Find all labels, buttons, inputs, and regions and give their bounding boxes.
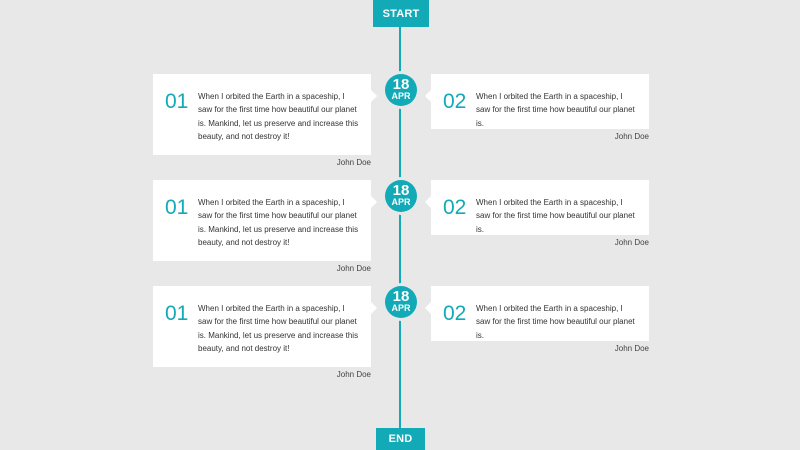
card-quote: When I orbited the Earth in a spaceship,… (476, 92, 635, 128)
card-number: 01 (165, 196, 189, 219)
card-author: John Doe (336, 158, 371, 167)
timeline-card-right: 02 When I orbited the Earth in a spacesh… (425, 180, 649, 235)
date-badge: 18 APR (385, 286, 417, 318)
card-quote: When I orbited the Earth in a spaceship,… (198, 304, 359, 354)
card-author: John Doe (614, 132, 649, 141)
date-month: APR (391, 197, 411, 207)
date-month: APR (391, 303, 411, 313)
card-quote: When I orbited the Earth in a spaceship,… (476, 304, 635, 340)
date-day: 18 (392, 182, 410, 199)
card-author: John Doe (336, 264, 371, 273)
timeline-end-marker: END (376, 428, 425, 450)
date-month: APR (391, 91, 411, 101)
timeline-card-right: 02 When I orbited the Earth in a spacesh… (425, 286, 649, 341)
card-number: 02 (443, 302, 467, 325)
date-day: 18 (392, 76, 410, 93)
card-number: 01 (165, 90, 189, 113)
card-author: John Doe (614, 344, 649, 353)
date-badge: 18 APR (385, 180, 417, 212)
card-number: 01 (165, 302, 189, 325)
timeline-entry: 01 When I orbited the Earth in a spacesh… (0, 286, 800, 386)
card-author: John Doe (336, 370, 371, 379)
date-badge: 18 APR (385, 74, 417, 106)
card-quote: When I orbited the Earth in a spaceship,… (476, 198, 635, 234)
timeline-card-left: 01 When I orbited the Earth in a spacesh… (153, 74, 377, 155)
timeline-entry: 01 When I orbited the Earth in a spacesh… (0, 74, 800, 174)
timeline-entry: 01 When I orbited the Earth in a spacesh… (0, 180, 800, 280)
timeline-card-left: 01 When I orbited the Earth in a spacesh… (153, 180, 377, 261)
card-quote: When I orbited the Earth in a spaceship,… (198, 198, 359, 248)
card-quote: When I orbited the Earth in a spaceship,… (198, 92, 359, 142)
timeline: START 01 When I orbited the Earth in a s… (0, 0, 800, 450)
timeline-card-left: 01 When I orbited the Earth in a spacesh… (153, 286, 377, 367)
date-day: 18 (392, 288, 410, 305)
timeline-start-marker: START (373, 0, 429, 27)
card-number: 02 (443, 90, 467, 113)
card-number: 02 (443, 196, 467, 219)
card-author: John Doe (614, 238, 649, 247)
timeline-card-right: 02 When I orbited the Earth in a spacesh… (425, 74, 649, 129)
